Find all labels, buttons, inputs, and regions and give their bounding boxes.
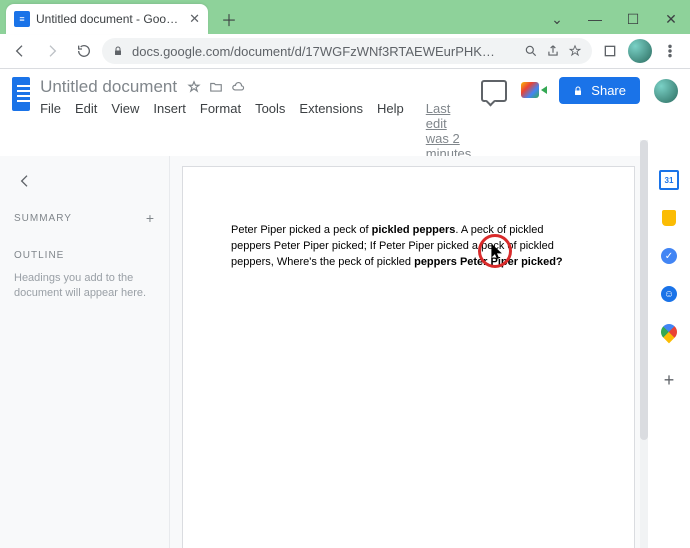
tab-title: Untitled document - Google Doc [36, 12, 183, 26]
share-button-label: Share [591, 83, 626, 98]
nav-back-button[interactable] [6, 37, 34, 65]
outline-sidebar: SUMMARY + OUTLINE Headings you add to th… [0, 156, 170, 548]
vertical-scrollbar[interactable] [640, 140, 648, 548]
maps-icon[interactable] [659, 322, 679, 342]
sidebar-back-button[interactable] [14, 170, 36, 192]
move-folder-icon[interactable] [209, 80, 223, 94]
document-canvas[interactable]: Peter Piper picked a peck of pickled pep… [170, 156, 647, 548]
workspace: SUMMARY + OUTLINE Headings you add to th… [0, 156, 690, 548]
get-addons-icon[interactable]: + [659, 370, 679, 390]
new-tab-button[interactable]: ＋ [216, 6, 242, 32]
account-avatar[interactable] [654, 79, 678, 103]
window-maximize-icon[interactable]: ☐ [614, 4, 652, 34]
google-side-panel: ✓ ☺ + [647, 156, 690, 548]
omnibox-url: docs.google.com/document/d/17WGFzWNf3RTA… [132, 44, 516, 59]
document-page[interactable]: Peter Piper picked a peck of pickled pep… [182, 166, 635, 548]
bookmark-star-icon[interactable] [568, 44, 582, 58]
keep-icon[interactable] [659, 208, 679, 228]
window-chevron-icon[interactable]: ⌄ [538, 4, 576, 34]
cloud-status-icon[interactable] [231, 80, 245, 94]
kebab-menu-icon[interactable] [656, 37, 684, 65]
browser-title-bar: ≡ Untitled document - Google Doc ✕ ＋ ⌄ —… [0, 0, 690, 34]
profile-avatar[interactable] [628, 39, 652, 63]
sidebar-summary-heading[interactable]: SUMMARY + [14, 210, 155, 226]
add-summary-icon[interactable]: + [146, 210, 155, 226]
meet-icon[interactable] [521, 82, 545, 100]
browser-tab[interactable]: ≡ Untitled document - Google Doc ✕ [6, 4, 208, 34]
calendar-icon[interactable] [659, 170, 679, 190]
omnibox[interactable]: docs.google.com/document/d/17WGFzWNf3RTA… [102, 38, 592, 64]
body-bold-1[interactable]: pickled peppers [372, 224, 456, 236]
share-url-icon[interactable] [546, 44, 560, 58]
tab-close-icon[interactable]: ✕ [189, 11, 200, 27]
nav-reload-button[interactable] [70, 37, 98, 65]
sidebar-outline-hint: Headings you add to the document will ap… [14, 271, 155, 302]
body-run-1[interactable]: Peter Piper picked a peck of [231, 224, 372, 236]
page-zoom-icon[interactable] [524, 44, 538, 58]
nav-forward-button[interactable] [38, 37, 66, 65]
browser-address-bar: docs.google.com/document/d/17WGFzWNf3RTA… [0, 34, 690, 69]
sidebar-outline-heading: OUTLINE [14, 250, 155, 261]
document-title[interactable]: Untitled document [40, 77, 177, 97]
comment-history-icon[interactable] [481, 80, 507, 102]
tasks-icon[interactable]: ✓ [659, 246, 679, 266]
extensions-icon[interactable] [596, 37, 624, 65]
window-close-icon[interactable]: ✕ [652, 4, 690, 34]
window-controls: ⌄ — ☐ ✕ [538, 4, 690, 34]
body-bold-2[interactable]: peppers Peter Piper picked? [414, 256, 563, 268]
lock-icon [112, 45, 124, 57]
docs-logo-icon[interactable] [12, 77, 30, 111]
star-icon[interactable] [187, 80, 201, 94]
scrollbar-thumb[interactable] [640, 140, 648, 440]
window-minimize-icon[interactable]: — [576, 4, 614, 34]
docs-favicon: ≡ [14, 11, 30, 27]
share-button[interactable]: Share [559, 77, 640, 104]
contacts-icon[interactable]: ☺ [659, 284, 679, 304]
